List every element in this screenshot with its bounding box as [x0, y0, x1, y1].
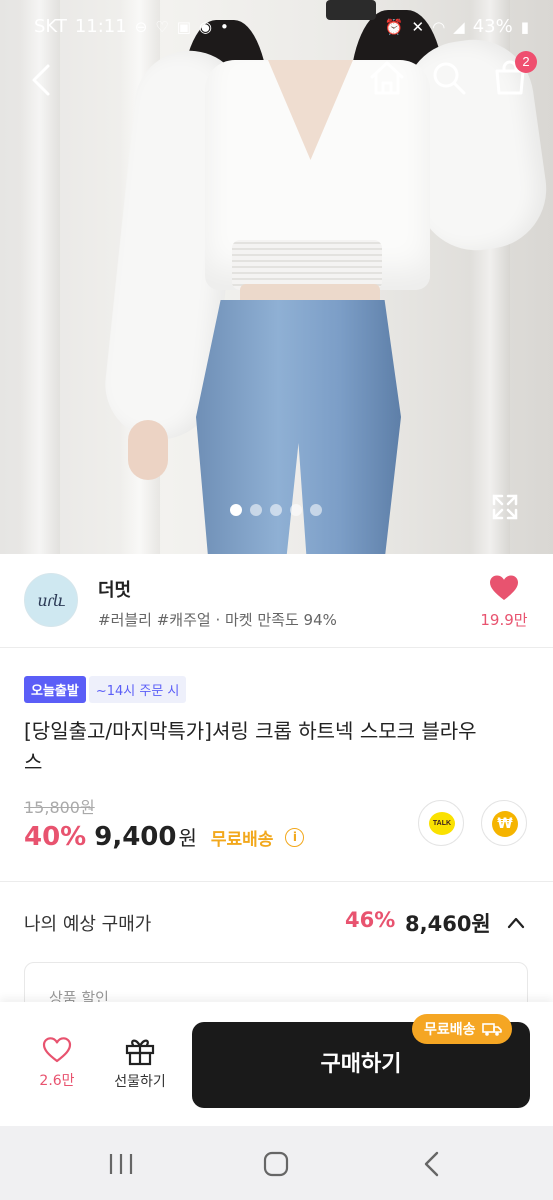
- gift-icon: [125, 1039, 155, 1066]
- gallery-dot[interactable]: [270, 504, 282, 516]
- wishlist-button[interactable]: 2.6만: [24, 1036, 90, 1090]
- heart-outline-icon: [42, 1037, 72, 1063]
- battery-icon: ▮: [520, 17, 529, 36]
- hand: [128, 420, 168, 480]
- home-icon[interactable]: [367, 58, 407, 98]
- status-bar: SKT 11:11 ⊖ ♡ ▣ ◉ • ⏰ ✕ ◠ ◢ 43% ▮: [0, 0, 553, 56]
- today-shipping-badge: 오늘출발: [24, 676, 86, 703]
- wishlist-count: 2.6만: [39, 1073, 75, 1089]
- mute-icon: ✕: [411, 17, 425, 36]
- gallery-pagination: [230, 504, 322, 516]
- delivery-badges: 오늘출발 ~14시 주문 시: [24, 676, 187, 703]
- expected-price-label: 나의 예상 구매가: [24, 914, 152, 935]
- kakao-talk-button[interactable]: TALK: [418, 800, 464, 846]
- smock-band: [232, 240, 382, 290]
- won-coin-icon: ₩: [492, 811, 518, 837]
- free-shipping-pill-label: 무료배송: [424, 1022, 476, 1038]
- price-unit: 원: [178, 826, 197, 850]
- more-notifications-icon: •: [220, 17, 229, 36]
- recent-apps-icon[interactable]: [106, 1152, 136, 1176]
- shop-info[interactable]: սɾև 더멋 #러블리 #캐주얼 · 마켓 만족도 94% 19.9만: [0, 554, 553, 648]
- app-icon: ◉: [198, 17, 213, 36]
- expected-price: 8,460원: [405, 912, 491, 936]
- system-navigation-bar: [0, 1126, 553, 1200]
- home-button-icon[interactable]: [262, 1150, 290, 1178]
- wifi-icon: ◠: [432, 17, 446, 36]
- shop-tags: #러블리 #캐주얼 · 마켓 만족도 94%: [98, 611, 337, 629]
- talk-icon: TALK: [429, 812, 455, 835]
- original-price: 15,800원: [24, 798, 95, 817]
- gift-button[interactable]: 선물하기: [104, 1036, 176, 1091]
- bottom-action-bar: 2.6만 선물하기 구매하기 무료배송: [0, 1002, 553, 1126]
- calendar-icon: ▣: [176, 17, 191, 36]
- signal-icon: ◢: [453, 17, 465, 36]
- clock: 11:11: [74, 16, 127, 37]
- alarm-icon: ⏰: [384, 17, 404, 36]
- battery-percent: 43%: [472, 16, 513, 37]
- back-arrow-icon[interactable]: [24, 60, 60, 100]
- heart-icon: ♡: [155, 17, 169, 36]
- section-divider: [0, 881, 553, 882]
- free-shipping-pill: 무료배송: [412, 1014, 512, 1044]
- heart-filled-icon[interactable]: [489, 574, 519, 602]
- shop-logo[interactable]: սɾև: [24, 573, 78, 627]
- search-icon[interactable]: [429, 58, 469, 98]
- shop-name[interactable]: 더멋: [98, 576, 131, 602]
- sale-price: 9,400: [94, 822, 177, 852]
- gift-label: 선물하기: [114, 1074, 166, 1090]
- chevron-up-icon[interactable]: [505, 912, 527, 934]
- order-cutoff-badge: ~14시 주문 시: [88, 676, 187, 703]
- cart-count-badge: 2: [515, 51, 537, 73]
- gallery-dot[interactable]: [290, 504, 302, 516]
- carrier-label: SKT: [34, 16, 67, 37]
- free-shipping-label: 무료배송: [210, 830, 274, 850]
- fullscreen-icon[interactable]: [490, 492, 520, 522]
- shop-like-count: 19.9만: [480, 611, 528, 629]
- gallery-dot[interactable]: [230, 504, 242, 516]
- product-image[interactable]: [0, 0, 553, 554]
- discount-rate: 40%: [24, 822, 87, 852]
- price-row: 40% 9,400 원 무료배송 i: [24, 822, 305, 852]
- payment-button[interactable]: ₩: [481, 800, 527, 846]
- shop-logo-text: սɾև: [37, 590, 65, 610]
- truck-icon: [481, 1023, 502, 1036]
- minus-circle-icon: ⊖: [134, 17, 148, 36]
- info-icon[interactable]: i: [285, 827, 305, 847]
- system-back-icon[interactable]: [420, 1150, 444, 1178]
- gallery-dot[interactable]: [250, 504, 262, 516]
- product-title: [당일출고/마지막특가]셔링 크롭 하트넥 스모크 블라우스: [24, 719, 477, 774]
- gallery-dot[interactable]: [310, 504, 322, 516]
- expected-discount: 46%: [345, 908, 396, 932]
